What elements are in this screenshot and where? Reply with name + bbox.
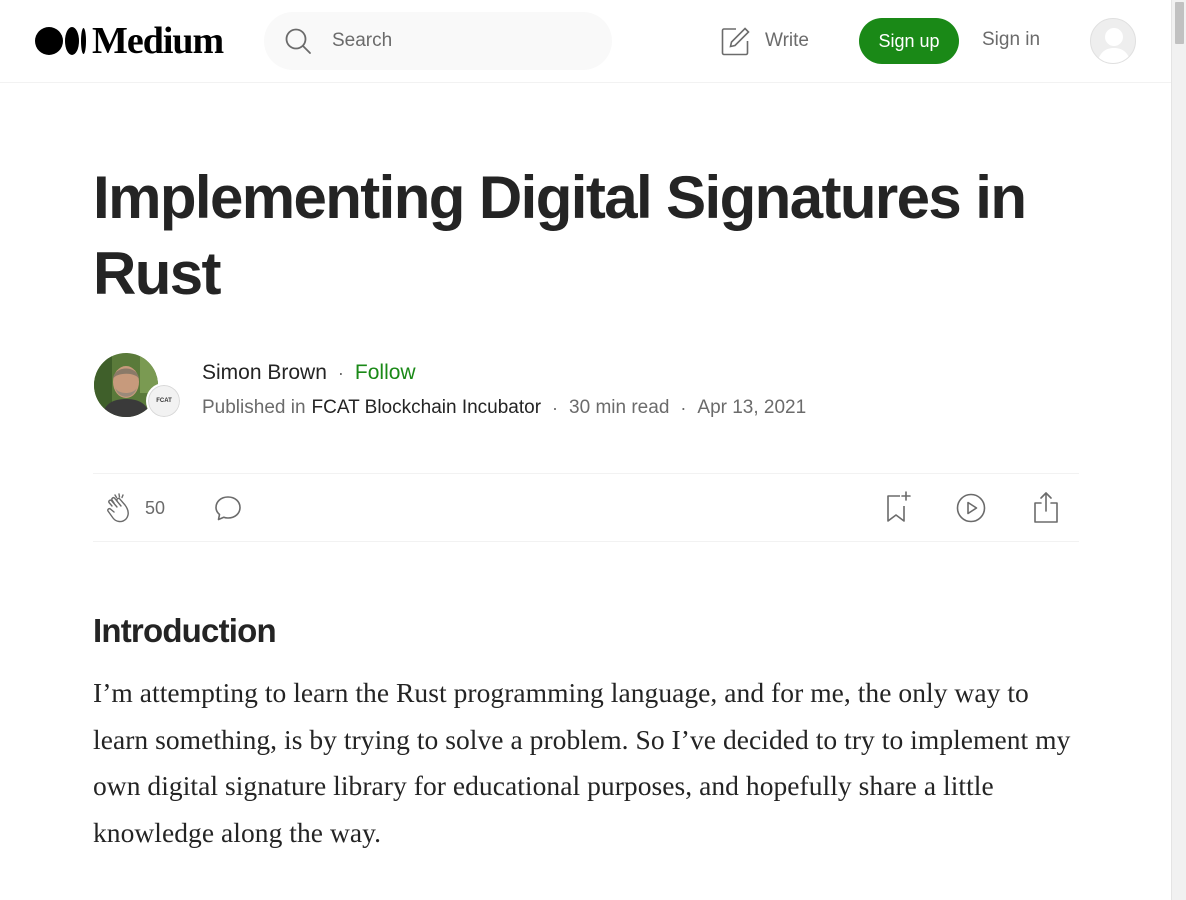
article-action-bar: 50 (93, 473, 1079, 542)
medium-logo[interactable]: Medium (35, 20, 224, 62)
write-icon (721, 26, 750, 55)
author-name-link[interactable]: Simon Brown (202, 361, 327, 385)
write-label: Write (765, 30, 809, 51)
user-avatar-button[interactable] (1090, 18, 1136, 64)
section-heading: Introduction (93, 612, 277, 649)
search-input[interactable] (332, 26, 592, 56)
separator-dot: · (337, 362, 344, 383)
follow-button[interactable]: Follow (355, 361, 416, 385)
user-avatar-icon (1091, 19, 1135, 63)
share-icon[interactable] (1031, 490, 1061, 524)
separator-dot: · (552, 397, 559, 418)
page: Medium Write Sign up Sign in (0, 0, 1186, 900)
top-navigation-bar: Medium Write Sign up Sign in (0, 0, 1171, 83)
author-line: Simon Brown · Follow (202, 361, 416, 385)
clap-count: 50 (145, 498, 166, 518)
comment-icon[interactable] (214, 494, 242, 522)
page-scrollbar[interactable] (1171, 0, 1186, 900)
publication-link[interactable]: FCAT Blockchain Incubator (312, 397, 542, 419)
search-icon (285, 28, 311, 54)
publication-line: Published in FCAT Blockchain Incubator ·… (202, 397, 806, 419)
logo-text: Medium (92, 20, 224, 62)
sign-in-link[interactable]: Sign in (982, 29, 1040, 51)
article-title: Implementing Digital Signatures in Rust (93, 164, 1027, 307)
read-time: 30 min read (569, 397, 670, 418)
intro-paragraph: I’m attempting to learn the Rust program… (93, 677, 1071, 848)
listen-icon[interactable] (956, 493, 986, 523)
publication-avatar-text: FCAT (148, 385, 180, 417)
published-in-label: Published in (202, 397, 306, 418)
clap-icon[interactable] (105, 492, 135, 524)
medium-logo-icon (35, 27, 86, 55)
separator-dot: · (680, 397, 687, 418)
publish-date: Apr 13, 2021 (697, 397, 807, 418)
scrollbar-thumb[interactable] (1175, 2, 1184, 44)
bookmark-icon[interactable] (884, 490, 912, 524)
write-button[interactable]: Write (720, 24, 809, 58)
search-bar[interactable] (264, 12, 612, 70)
publication-avatar[interactable]: FCAT (146, 383, 182, 419)
sign-up-button[interactable]: Sign up (859, 18, 959, 64)
